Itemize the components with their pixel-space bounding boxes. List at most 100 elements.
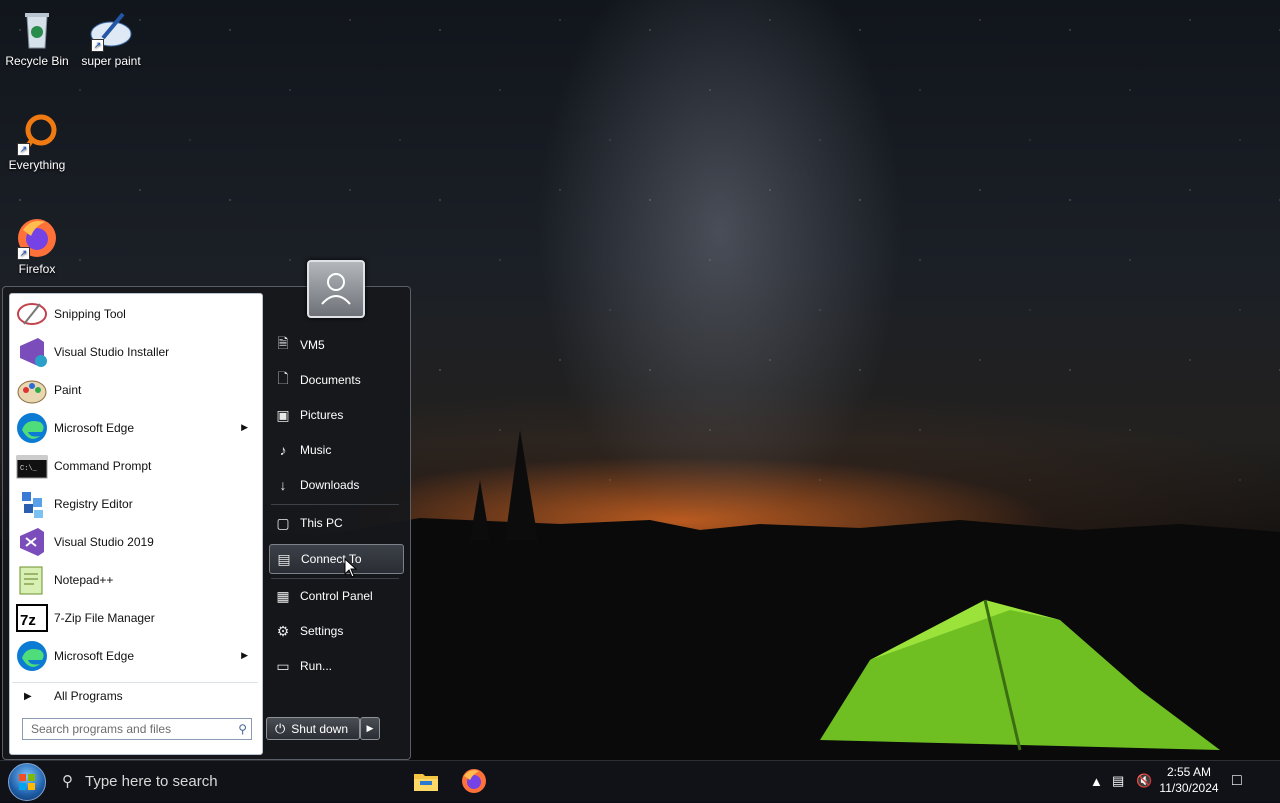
program-7zip[interactable]: 7z 7-Zip File Manager — [12, 600, 258, 636]
7zip-icon: 7z — [16, 602, 48, 634]
edge-icon — [16, 412, 48, 444]
taskbar: ⚲ Type here to search ▲ ▤ 🔇 2:55 AM 11/3… — [0, 760, 1280, 801]
user-folder-icon: 🗎 — [277, 335, 289, 351]
place-label: Run... — [300, 659, 333, 673]
snipping-tool-icon — [16, 298, 48, 330]
place-this-pc[interactable]: ▢ This PC — [269, 509, 402, 537]
desktop-icon-super-paint[interactable]: ↗ super paint — [76, 8, 146, 68]
cmd-icon: C:\_ — [16, 450, 48, 482]
search-icon: ⚲ — [62, 773, 73, 790]
svg-text:7z: 7z — [20, 612, 36, 629]
windows-logo-icon — [19, 774, 35, 790]
program-microsoft-edge[interactable]: Microsoft Edge ▶ — [12, 410, 258, 446]
place-settings[interactable]: ⚙ Settings — [269, 617, 402, 645]
regedit-icon — [16, 488, 48, 520]
submenu-arrow-icon[interactable]: ▶ — [241, 650, 248, 661]
place-label: Settings — [300, 624, 344, 638]
desktop-icon-firefox[interactable]: ↗ Firefox — [2, 216, 72, 276]
desktop-icon-label: Firefox — [18, 262, 56, 276]
all-programs-button[interactable]: ▶ All Programs — [12, 682, 258, 709]
download-arrow-icon: ↓ — [279, 477, 287, 493]
svg-text:C:\_: C:\_ — [20, 465, 38, 473]
program-visual-studio-2019[interactable]: Visual Studio 2019 — [12, 524, 258, 560]
place-label: Control Panel — [300, 589, 373, 603]
divider — [271, 504, 399, 505]
visual-studio-icon — [16, 526, 48, 558]
shutdown-options-button[interactable]: ▶ — [360, 717, 380, 740]
program-registry-editor[interactable]: Registry Editor — [12, 486, 258, 522]
program-microsoft-edge-2[interactable]: Microsoft Edge ▶ — [12, 638, 258, 674]
place-connect-to[interactable]: ▤ Connect To — [269, 544, 404, 574]
run-icon: ▭ — [276, 657, 290, 674]
shutdown-label: Shut down — [291, 721, 349, 736]
submenu-arrow-icon[interactable]: ▶ — [241, 422, 248, 433]
desktop-icon-label: Everything — [8, 158, 66, 172]
picture-icon: ▣ — [276, 406, 290, 423]
desktop-icon-recycle-bin[interactable]: Recycle Bin — [2, 8, 72, 68]
control-panel-icon: ▦ — [276, 587, 290, 604]
power-icon: ⏻ — [275, 720, 286, 736]
program-label: Visual Studio 2019 — [54, 535, 154, 549]
clock-date: 11/30/2024 — [1159, 781, 1219, 795]
place-documents[interactable]: 🗋 Documents — [269, 366, 402, 394]
search-loupe-icon: ↗ — [15, 112, 59, 156]
program-snipping-tool[interactable]: Snipping Tool — [12, 296, 258, 332]
monitor-icon: ▢ — [276, 514, 290, 531]
taskbar-firefox[interactable] — [460, 767, 488, 795]
folder-icon — [414, 774, 438, 791]
vs-installer-icon — [16, 336, 48, 368]
network-icon: ▤ — [1112, 773, 1125, 788]
recycle-bin-icon — [15, 8, 59, 52]
action-center-button[interactable]: □ — [1232, 761, 1242, 801]
gear-icon: ⚙ — [276, 622, 290, 639]
program-label: 7-Zip File Manager — [54, 611, 155, 625]
volume-muted-icon: 🔇 — [1136, 773, 1153, 788]
start-menu: Snipping Tool Visual Studio Installer Pa… — [2, 286, 411, 760]
desktop-icon-everything[interactable]: ↗ Everything — [2, 112, 72, 172]
program-label: Registry Editor — [54, 497, 133, 511]
start-menu-places-pane: 🗎 VM5 🗋 Documents ▣ Pictures ♪ Music ↓ Downlo… — [263, 287, 408, 757]
document-icon: 🗋 — [277, 370, 289, 386]
user-icon — [321, 273, 351, 305]
notification-icon: □ — [1232, 772, 1242, 789]
place-label: This PC — [300, 516, 343, 530]
user-avatar[interactable] — [307, 260, 365, 318]
clock[interactable]: 2:55 AM 11/30/2024 — [1156, 764, 1222, 796]
place-run[interactable]: ▭ Run... — [269, 652, 402, 680]
show-hidden-icons[interactable]: ▲ — [1090, 761, 1103, 801]
network-connect-icon: ▤ — [277, 550, 291, 567]
program-notepad-plus-plus[interactable]: Notepad++ — [12, 562, 258, 598]
volume-control[interactable]: 🔇 — [1136, 761, 1152, 801]
search-icon[interactable]: ⚲ — [238, 719, 247, 739]
divider — [271, 578, 399, 579]
expand-arrow-icon: ▶ — [24, 690, 32, 702]
edge-icon — [16, 640, 48, 672]
start-button[interactable] — [8, 763, 46, 801]
network-status[interactable]: ▤ — [1112, 761, 1124, 801]
program-visual-studio-installer[interactable]: Visual Studio Installer — [12, 334, 258, 370]
place-pictures[interactable]: ▣ Pictures — [269, 401, 402, 429]
place-control-panel[interactable]: ▦ Control Panel — [269, 582, 402, 610]
search-placeholder: Search programs and files — [31, 722, 172, 736]
taskbar-search-box[interactable]: ⚲ Type here to search — [62, 761, 218, 801]
firefox-icon: ↗ — [15, 216, 59, 260]
shutdown-button[interactable]: ⏻ Shut down — [266, 717, 360, 740]
shortcut-arrow-icon: ↗ — [17, 143, 30, 156]
program-paint[interactable]: Paint — [12, 372, 258, 408]
place-label: Downloads — [300, 478, 360, 492]
place-downloads[interactable]: ↓ Downloads — [269, 471, 402, 499]
program-command-prompt[interactable]: C:\_ Command Prompt — [12, 448, 258, 484]
place-label: VM5 — [300, 338, 325, 352]
paint-brush-icon: ↗ — [89, 8, 133, 52]
place-label: Pictures — [300, 408, 344, 422]
place-music[interactable]: ♪ Music — [269, 436, 402, 464]
program-label: Paint — [54, 383, 82, 397]
taskbar-file-explorer[interactable] — [412, 767, 440, 795]
start-search-input[interactable]: Search programs and files ⚲ — [22, 718, 252, 740]
program-label: Visual Studio Installer — [54, 345, 170, 359]
program-label: Microsoft Edge — [54, 421, 135, 435]
program-label: Notepad++ — [54, 573, 114, 587]
place-user-folder[interactable]: 🗎 VM5 — [269, 331, 402, 359]
place-label: Music — [300, 443, 332, 457]
firefox-icon — [462, 769, 486, 793]
